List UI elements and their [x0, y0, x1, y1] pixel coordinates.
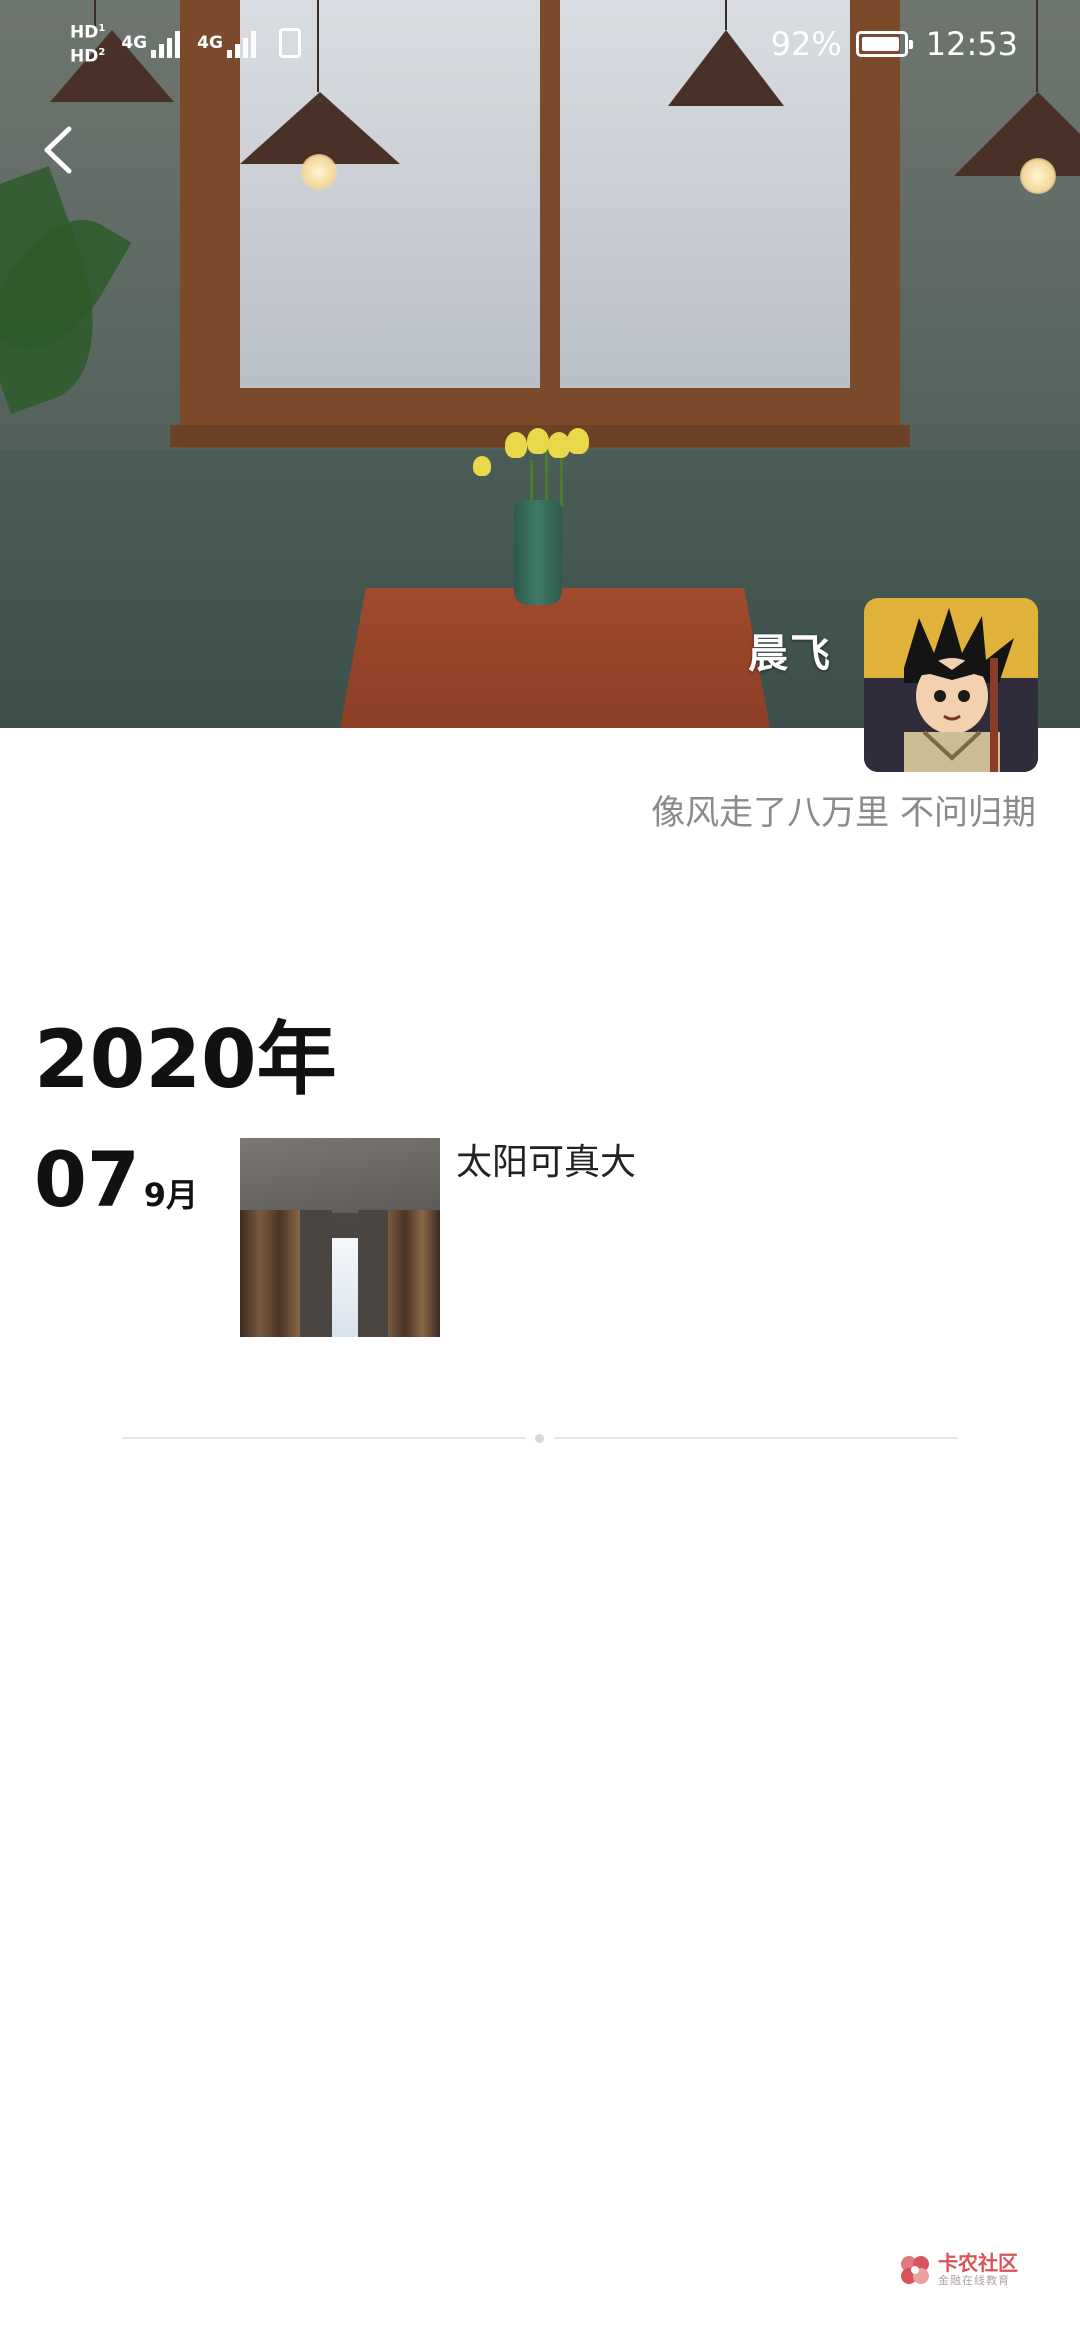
battery-icon	[855, 31, 913, 57]
network-type-2: 4G	[197, 33, 223, 53]
hd-sim-2: 2	[98, 47, 106, 58]
post-month: 9月	[143, 1176, 199, 1214]
back-button[interactable]	[28, 120, 88, 180]
battery-percent: 92%	[770, 25, 842, 63]
signal-icon	[151, 28, 183, 58]
vibrate-icon	[278, 28, 301, 58]
avatar[interactable]	[864, 598, 1038, 772]
end-divider	[122, 1428, 958, 1448]
user-name: 晨飞	[748, 631, 832, 677]
album-page: 晨飞 HD1 HD2 4G 4G 92% 12:53 像风走了八万里 不问归期 …	[0, 0, 1080, 2340]
post-text[interactable]: 太阳可真大	[456, 1138, 636, 1188]
cartoon-avatar-image	[864, 598, 1038, 772]
post-day: 07	[34, 1135, 140, 1224]
hd-sim-1: 1	[98, 23, 106, 35]
kanong-logo-icon	[901, 2256, 929, 2284]
watermark: 卡农社区 金融在线教育	[898, 2248, 1018, 2292]
profile-signature: 像风走了八万里 不问归期	[651, 793, 1036, 833]
clock: 12:53	[925, 25, 1018, 63]
hd-label-2: HD	[70, 46, 99, 67]
status-bar: HD1 HD2 4G 4G 92% 12:53	[0, 0, 1080, 90]
post-thumbnail[interactable]	[240, 1138, 440, 1337]
watermark-title: 卡农社区	[938, 2251, 1018, 2275]
signal-icon	[226, 28, 259, 58]
watermark-subtitle: 金融在线教育	[938, 2274, 1010, 2287]
post-date: 07 9月	[34, 1135, 198, 1225]
network-type-1: 4G	[121, 33, 148, 53]
year-heading: 2020年	[34, 1013, 337, 1106]
hd-label-1: HD	[70, 23, 99, 43]
chevron-left-icon	[44, 126, 72, 174]
